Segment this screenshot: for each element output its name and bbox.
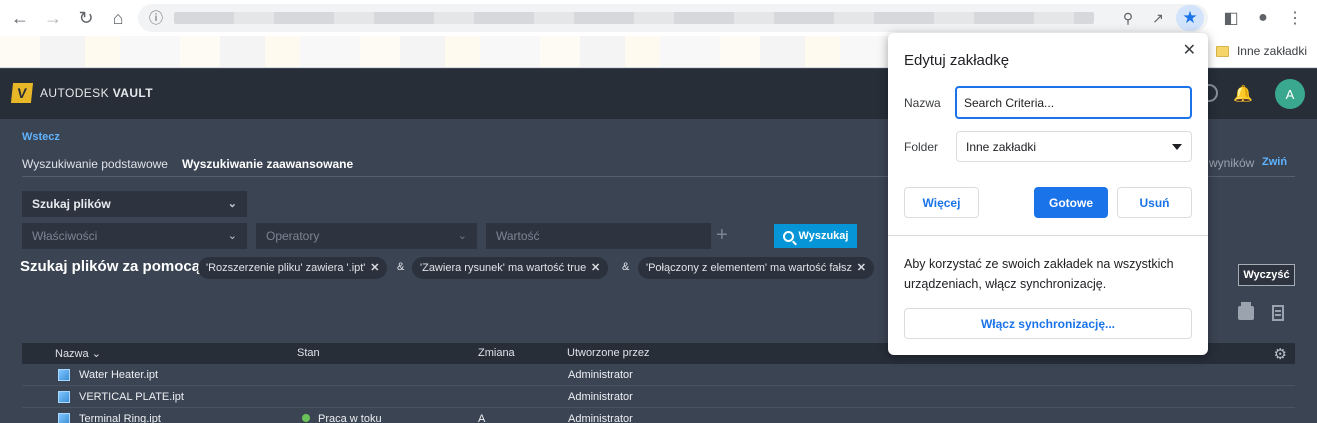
export-icon[interactable] <box>1272 305 1284 321</box>
column-name-label: Nazwa <box>55 348 89 360</box>
property-dropdown[interactable]: Właściwości ⌄ <box>22 223 247 249</box>
address-bar[interactable]: ⓘ ⚲ ↗ <box>138 4 1208 32</box>
caret-down-icon <box>1172 144 1182 150</box>
revision: A <box>478 413 486 423</box>
chevron-down-icon: ⌄ <box>457 230 467 242</box>
criteria-chip-label: 'Zawiera rysunek' ma wartość true <box>420 262 587 274</box>
and-separator: & <box>622 261 630 273</box>
tab-basic-search[interactable]: Wyszukiwanie podstawowe <box>22 157 168 171</box>
status-dot-icon <box>302 414 310 422</box>
file-name[interactable]: Terminal Ring.ipt <box>79 413 161 423</box>
part-file-icon <box>58 391 70 403</box>
other-bookmarks-label: Inne zakładki <box>1236 44 1307 58</box>
folder-select[interactable]: Inne zakładki <box>956 131 1192 162</box>
close-icon[interactable]: ✕ <box>857 261 866 274</box>
chevron-down-icon: ⌄ <box>227 230 237 242</box>
gear-icon[interactable]: ⚙ <box>1274 345 1287 363</box>
bookmark-star-icon[interactable]: ★ <box>1176 5 1204 31</box>
brand-product: VAULT <box>112 86 153 100</box>
other-bookmarks[interactable]: Inne zakładki <box>1215 44 1307 58</box>
collapse-link[interactable]: Zwiń <box>1262 156 1287 168</box>
results-label: wyników <box>1209 156 1255 170</box>
scope-dropdown[interactable]: Szukaj plików ⌄ <box>22 191 247 217</box>
created-by: Administrator <box>568 369 633 381</box>
table-row[interactable]: Water Heater.ipt Administrator <box>22 364 1295 386</box>
search-tabs: Wyszukiwanie podstawowe Wyszukiwanie zaa… <box>22 157 353 171</box>
sync-message: Aby korzystać ze swoich zakładek na wszy… <box>904 257 1174 291</box>
edit-bookmark-dialog: Edytuj zakładkę ✕ Nazwa Folder Inne zakł… <box>888 33 1208 355</box>
brand-name: AUTODESK VAULT <box>40 86 153 100</box>
state-cell: Praca w toku <box>302 413 382 423</box>
home-icon[interactable]: ⌂ <box>104 4 132 32</box>
search-icon <box>782 230 794 242</box>
done-button[interactable]: Gotowe <box>1034 187 1108 218</box>
close-icon[interactable]: ✕ <box>370 261 379 274</box>
property-placeholder: Właściwości <box>32 229 98 243</box>
vault-logo: V <box>10 83 34 103</box>
table-row[interactable]: Terminal Ring.ipt Praca w toku A Adminis… <box>22 408 1295 423</box>
search-button-label: Wyszukaj <box>798 230 849 242</box>
table-row[interactable]: VERTICAL PLATE.ipt Administrator <box>22 386 1295 408</box>
avatar[interactable]: A <box>1275 79 1305 109</box>
part-file-icon <box>58 369 70 381</box>
column-state[interactable]: Stan <box>297 347 320 359</box>
side-panel-icon[interactable]: ◧ <box>1220 7 1242 29</box>
back-link[interactable]: Wstecz <box>22 131 60 143</box>
sort-chevron-icon: ⌄ <box>91 348 101 360</box>
operator-dropdown[interactable]: Operatory ⌄ <box>256 223 477 249</box>
criteria-chip: 'Zawiera rysunek' ma wartość true ✕ <box>412 257 609 279</box>
forward-arrow-icon[interactable]: → <box>39 4 67 32</box>
criteria-chip: 'Rozszerzenie pliku' zawiera '.ipt' ✕ <box>198 257 388 279</box>
chevron-down-icon: ⌄ <box>227 198 237 210</box>
brand-prefix: AUTODESK <box>40 86 109 100</box>
back-arrow-icon[interactable]: ← <box>6 4 34 32</box>
browser-toolbar: ← → ↻ ⌂ ⓘ ⚲ ↗ ★ ◧ ● ⋮ <box>0 0 1317 36</box>
more-button[interactable]: Więcej <box>904 187 979 218</box>
remove-button[interactable]: Usuń <box>1117 187 1192 218</box>
profile-icon[interactable]: ● <box>1252 7 1274 29</box>
column-revision[interactable]: Zmiana <box>478 347 515 359</box>
enable-sync-button[interactable]: Włącz synchronizację... <box>904 308 1192 339</box>
state-label: Praca w toku <box>318 413 382 423</box>
criteria-chip-label: 'Połączony z elementem' ma wartość fałsz <box>646 262 852 274</box>
scope-value: Szukaj plików <box>32 197 111 211</box>
close-icon[interactable]: ✕ <box>591 261 600 274</box>
created-by: Administrator <box>568 413 633 423</box>
zoom-icon[interactable]: ⚲ <box>1118 8 1138 28</box>
menu-dots-icon[interactable]: ⋮ <box>1284 7 1306 29</box>
part-file-icon <box>58 413 70 423</box>
criteria-title: Szukaj plików za pomocą <box>20 258 201 275</box>
folder-label: Folder <box>904 140 939 154</box>
folder-icon <box>1215 45 1229 57</box>
column-name[interactable]: Nazwa ⌄ <box>55 347 101 360</box>
add-criteria-icon[interactable]: + <box>716 224 728 247</box>
criteria-chip-label: 'Rozszerzenie pliku' zawiera '.ipt' <box>206 262 366 274</box>
clear-button[interactable]: Wyczyść <box>1238 264 1295 286</box>
and-separator: & <box>397 261 405 273</box>
bookmark-name-input[interactable] <box>955 86 1192 119</box>
dialog-divider <box>888 235 1208 236</box>
file-name[interactable]: VERTICAL PLATE.ipt <box>79 391 184 403</box>
column-created-by[interactable]: Utworzone przez <box>567 347 650 359</box>
value-input[interactable]: Wartość <box>486 223 711 249</box>
url-text-blurred <box>174 12 1094 24</box>
share-icon[interactable]: ↗ <box>1148 8 1168 28</box>
print-icon[interactable] <box>1238 302 1254 320</box>
close-icon[interactable]: ✕ <box>1183 40 1196 60</box>
operator-placeholder: Operatory <box>266 229 320 243</box>
results-table: Nazwa ⌄ Stan Zmiana Utworzone przez ⚙ Wa… <box>22 343 1295 423</box>
folder-select-value: Inne zakładki <box>966 139 1037 154</box>
reload-icon[interactable]: ↻ <box>72 4 100 32</box>
bell-icon[interactable]: 🔔 <box>1232 83 1254 105</box>
dialog-title: Edytuj zakładkę <box>904 52 1010 69</box>
file-name[interactable]: Water Heater.ipt <box>79 369 158 381</box>
name-label: Nazwa <box>904 96 941 110</box>
tab-advanced-search[interactable]: Wyszukiwanie zaawansowane <box>182 157 353 171</box>
criteria-chip: 'Połączony z elementem' ma wartość fałsz… <box>638 257 874 279</box>
created-by: Administrator <box>568 391 633 403</box>
value-placeholder: Wartość <box>496 229 540 243</box>
search-button[interactable]: Wyszukaj <box>774 224 857 248</box>
site-info-icon[interactable]: ⓘ <box>146 8 166 28</box>
